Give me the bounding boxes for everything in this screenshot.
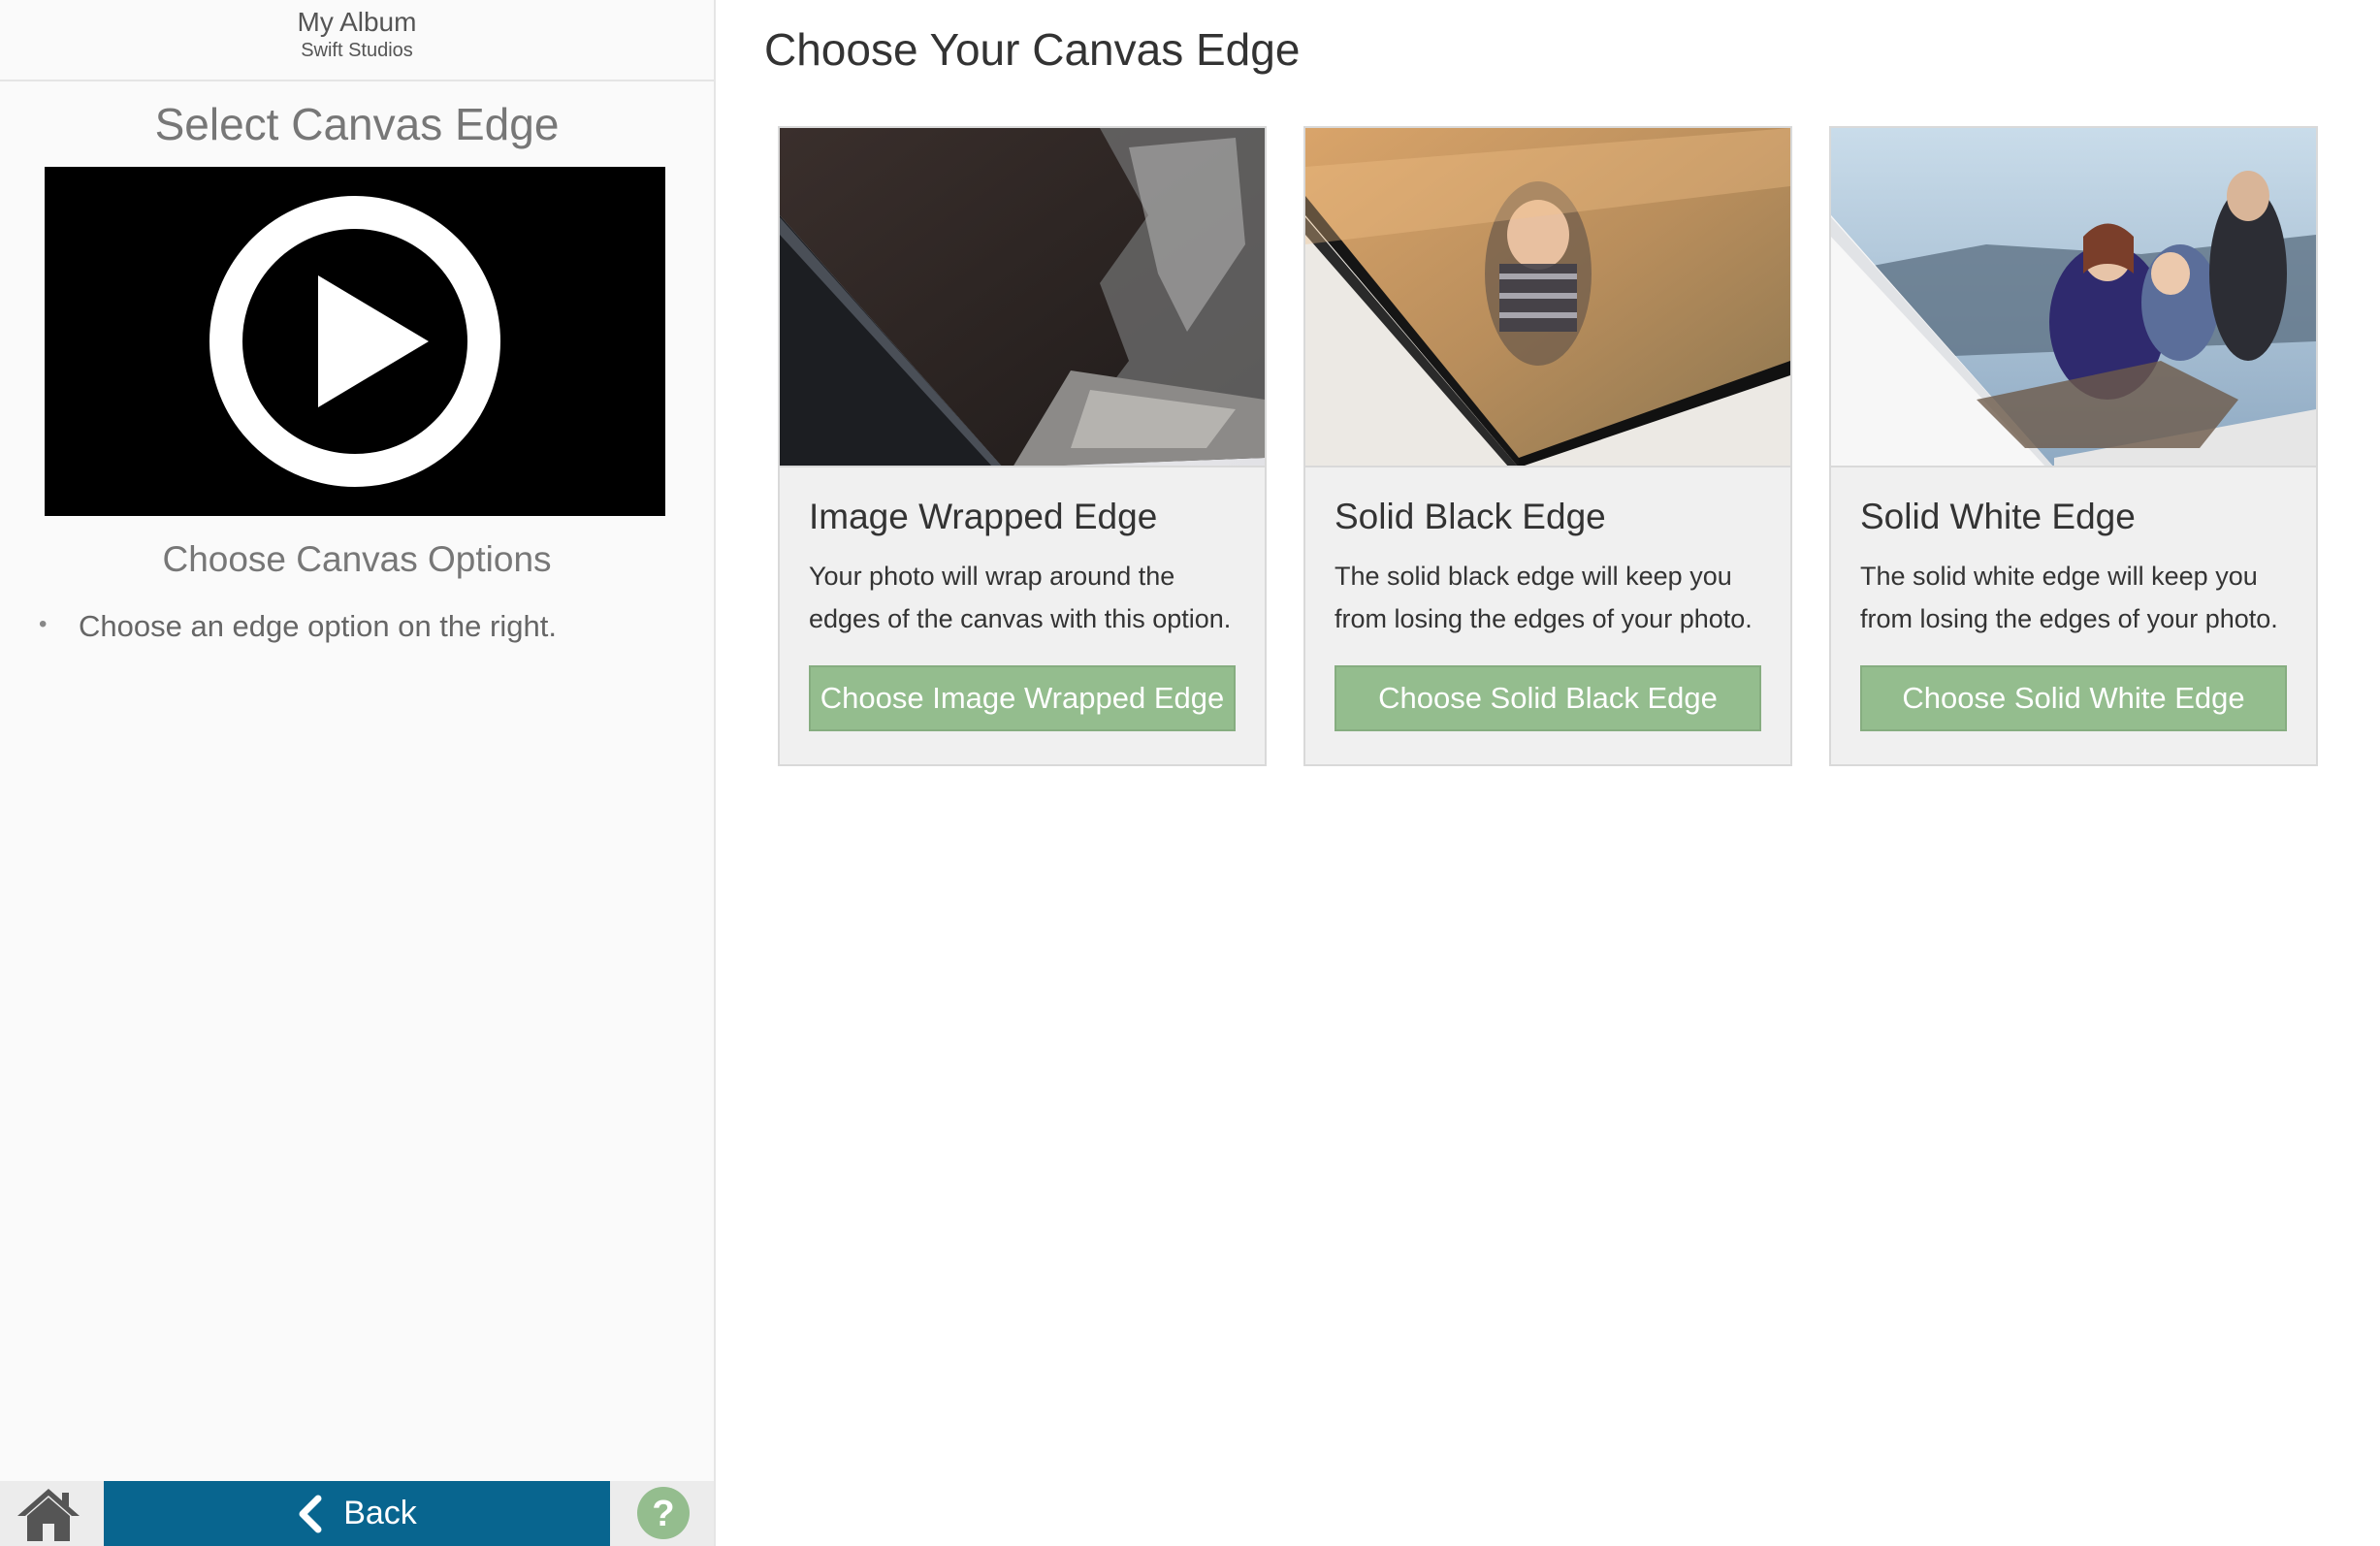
solid-white-preview xyxy=(1831,128,2316,467)
play-icon[interactable] xyxy=(209,196,500,487)
card-title: Solid White Edge xyxy=(1860,497,2136,536)
card-body: Image Wrapped Edge Your photo will wrap … xyxy=(780,467,1265,731)
sidebar: My Album Swift Studios Select Canvas Edg… xyxy=(0,0,716,1546)
album-header: My Album Swift Studios xyxy=(0,0,714,81)
card-description: The solid white edge will keep you from … xyxy=(1860,562,2278,633)
image-wrapped-preview xyxy=(780,128,1265,467)
edge-option-card-solid-black: Solid Black Edge The solid black edge wi… xyxy=(1303,126,1792,766)
back-label: Back xyxy=(343,1495,417,1531)
sidebar-heading: Select Canvas Edge xyxy=(154,99,560,149)
svg-text:?: ? xyxy=(652,1494,674,1534)
back-button[interactable]: Back xyxy=(104,1481,610,1546)
sidebar-subheading: Choose Canvas Options xyxy=(162,539,552,579)
album-subtitle: Swift Studios xyxy=(301,40,413,61)
home-icon xyxy=(17,1489,80,1541)
card-body: Solid Black Edge The solid black edge wi… xyxy=(1305,467,1790,731)
choose-image-wrapped-edge-button[interactable]: Choose Image Wrapped Edge xyxy=(809,665,1236,731)
chevron-left-icon xyxy=(299,1495,322,1532)
edge-option-card-image-wrapped: Image Wrapped Edge Your photo will wrap … xyxy=(778,126,1267,766)
card-description: Your photo will wrap around the edges of… xyxy=(809,562,1232,633)
edge-option-card-solid-white: Solid White Edge The solid white edge wi… xyxy=(1829,126,2318,766)
choose-solid-white-edge-button[interactable]: Choose Solid White Edge xyxy=(1860,665,2287,731)
card-title: Image Wrapped Edge xyxy=(809,497,1158,536)
instruction-text: Choose an edge option on the right. xyxy=(79,609,557,643)
choose-solid-black-edge-button[interactable]: Choose Solid Black Edge xyxy=(1335,665,1761,731)
bullet-icon: • xyxy=(39,611,48,637)
bottom-bar: Back ? xyxy=(0,1481,714,1546)
solid-black-preview xyxy=(1305,128,1790,467)
list-item: • Choose an edge option on the right. xyxy=(39,609,557,644)
instructions-list: • Choose an edge option on the right. xyxy=(39,609,557,644)
album-title: My Album xyxy=(297,7,417,37)
help-icon[interactable]: ? xyxy=(637,1487,690,1539)
card-description: The solid black edge will keep you from … xyxy=(1335,562,1753,633)
home-button[interactable] xyxy=(0,1481,103,1546)
card-body: Solid White Edge The solid white edge wi… xyxy=(1831,467,2316,731)
main-content: Choose Your Canvas Edge Image Wrapped Ed… xyxy=(718,0,2380,1546)
card-title: Solid Black Edge xyxy=(1335,497,1606,536)
tutorial-video[interactable] xyxy=(45,167,665,516)
page-title: Choose Your Canvas Edge xyxy=(764,24,1301,75)
